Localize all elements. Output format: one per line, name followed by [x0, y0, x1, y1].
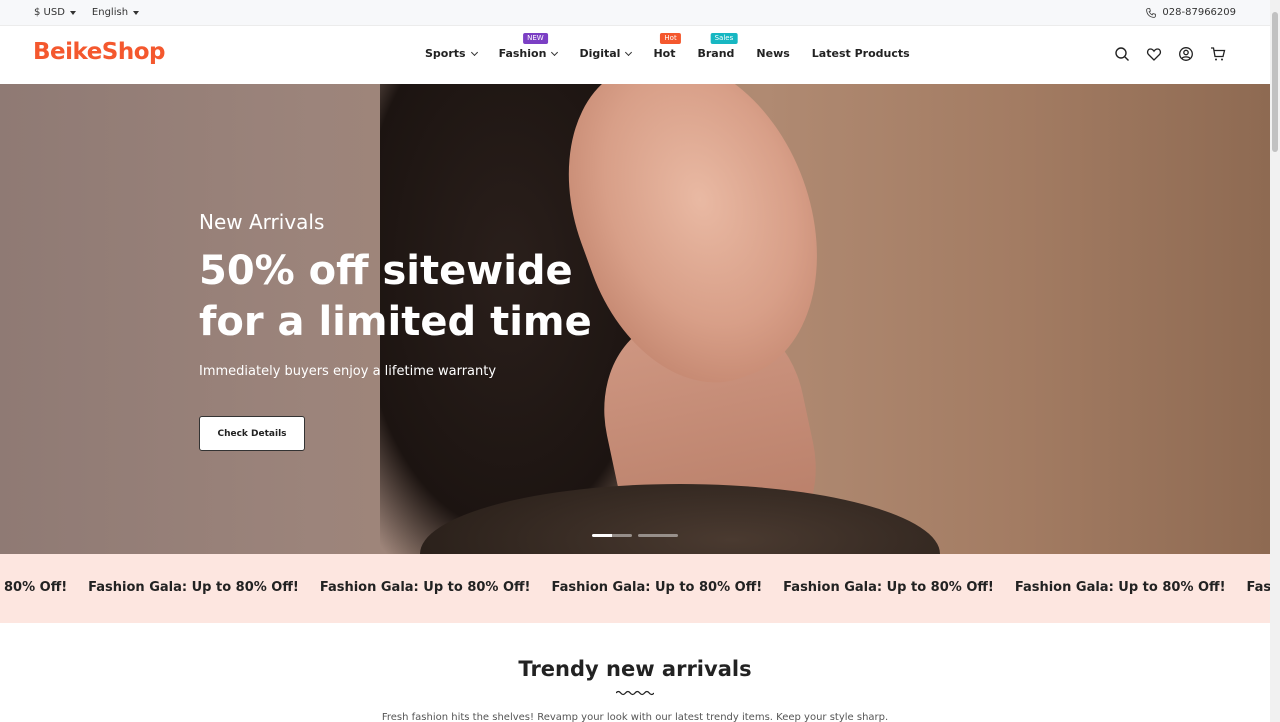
slider-dot-1[interactable] [592, 534, 632, 537]
marquee-track: 80% Off! Fashion Gala: Up to 80% Off! Fa… [4, 580, 1270, 595]
search-icon[interactable] [1114, 46, 1130, 62]
main-nav: Sports NEW Fashion Digital Hot Hot Sales… [425, 33, 910, 60]
logo[interactable]: BeikeShop [33, 39, 166, 65]
nav-label: News [756, 47, 790, 60]
hot-badge: Hot [660, 33, 681, 44]
new-badge: NEW [523, 33, 548, 44]
slider-dot-2[interactable] [638, 534, 678, 537]
hero-title: 50% off sitewide for a limited time [199, 248, 592, 345]
hero-subtitle: New Arrivals [199, 210, 325, 234]
promo-marquee: 80% Off! Fashion Gala: Up to 80% Off! Fa… [0, 554, 1270, 623]
nav-item-fashion[interactable]: NEW Fashion [498, 33, 559, 60]
heart-icon[interactable] [1146, 46, 1162, 62]
caret-down-icon [69, 10, 76, 15]
nav-item-digital[interactable]: Digital [579, 47, 633, 60]
nav-label: Digital [579, 47, 621, 60]
nav-label: Brand [697, 47, 735, 60]
section-description: Fresh fashion hits the shelves! Revamp y… [381, 712, 889, 722]
nav-item-brand[interactable]: Sales Brand [697, 33, 738, 60]
sales-badge: Sales [710, 33, 738, 44]
scrollbar-thumb[interactable] [1272, 12, 1278, 152]
top-bar: $ USD English 028-87966209 [0, 0, 1270, 26]
page-scrollbar[interactable] [1270, 0, 1280, 722]
phone-contact[interactable]: 028-87966209 [1146, 7, 1236, 18]
chevron-down-icon [470, 48, 478, 56]
marquee-item: Fashion Gala: Up to 80% Off! [783, 580, 994, 595]
main-header: BeikeShop Sports NEW Fashion Digital Hot… [0, 26, 1270, 84]
nav-item-news[interactable]: News [756, 47, 789, 60]
chevron-down-icon [625, 48, 633, 56]
wave-divider-icon [616, 690, 654, 696]
nav-label: Fashion [498, 47, 547, 60]
header-actions [1114, 46, 1226, 62]
nav-item-hot[interactable]: Hot Hot [653, 33, 681, 60]
nav-label: Hot [653, 47, 676, 60]
nav-label: Sports [425, 47, 466, 60]
user-icon[interactable] [1178, 46, 1194, 62]
chevron-down-icon [551, 48, 559, 56]
phone-icon [1146, 7, 1157, 18]
nav-item-latest-products[interactable]: Latest Products [812, 47, 910, 60]
cart-icon[interactable] [1210, 46, 1226, 62]
slider-pagination [592, 534, 678, 537]
hero-description: Immediately buyers enjoy a lifetime warr… [199, 364, 497, 379]
nav-item-sports[interactable]: Sports [425, 47, 478, 60]
check-details-button[interactable]: Check Details [199, 416, 305, 451]
marquee-item: Fashion Gala: Up to 80% Off! [88, 580, 299, 595]
marquee-item: 80% Off! [4, 580, 68, 595]
caret-down-icon [133, 10, 140, 15]
marquee-item: Fashion Gala: Up to 80% Off! [319, 580, 531, 595]
language-label: English [91, 7, 129, 18]
hero-banner: New Arrivals 50% off sitewide for a limi… [0, 84, 1270, 554]
currency-label: $ USD [34, 7, 65, 18]
marquee-item: Fashion Gala: Up to 80% Off! [551, 580, 763, 595]
currency-selector[interactable]: $ USD [34, 7, 76, 18]
section-title: Trendy new arrivals [518, 657, 752, 681]
marquee-item: Fashion Gala: U [1246, 580, 1270, 595]
marquee-item: Fashion Gala: Up to 80% Off! [1014, 580, 1226, 595]
language-selector[interactable]: English [91, 7, 140, 18]
hero-text-block: New Arrivals 50% off sitewide for a limi… [199, 210, 619, 379]
phone-number: 028-87966209 [1162, 7, 1236, 18]
nav-label: Latest Products [811, 47, 910, 60]
